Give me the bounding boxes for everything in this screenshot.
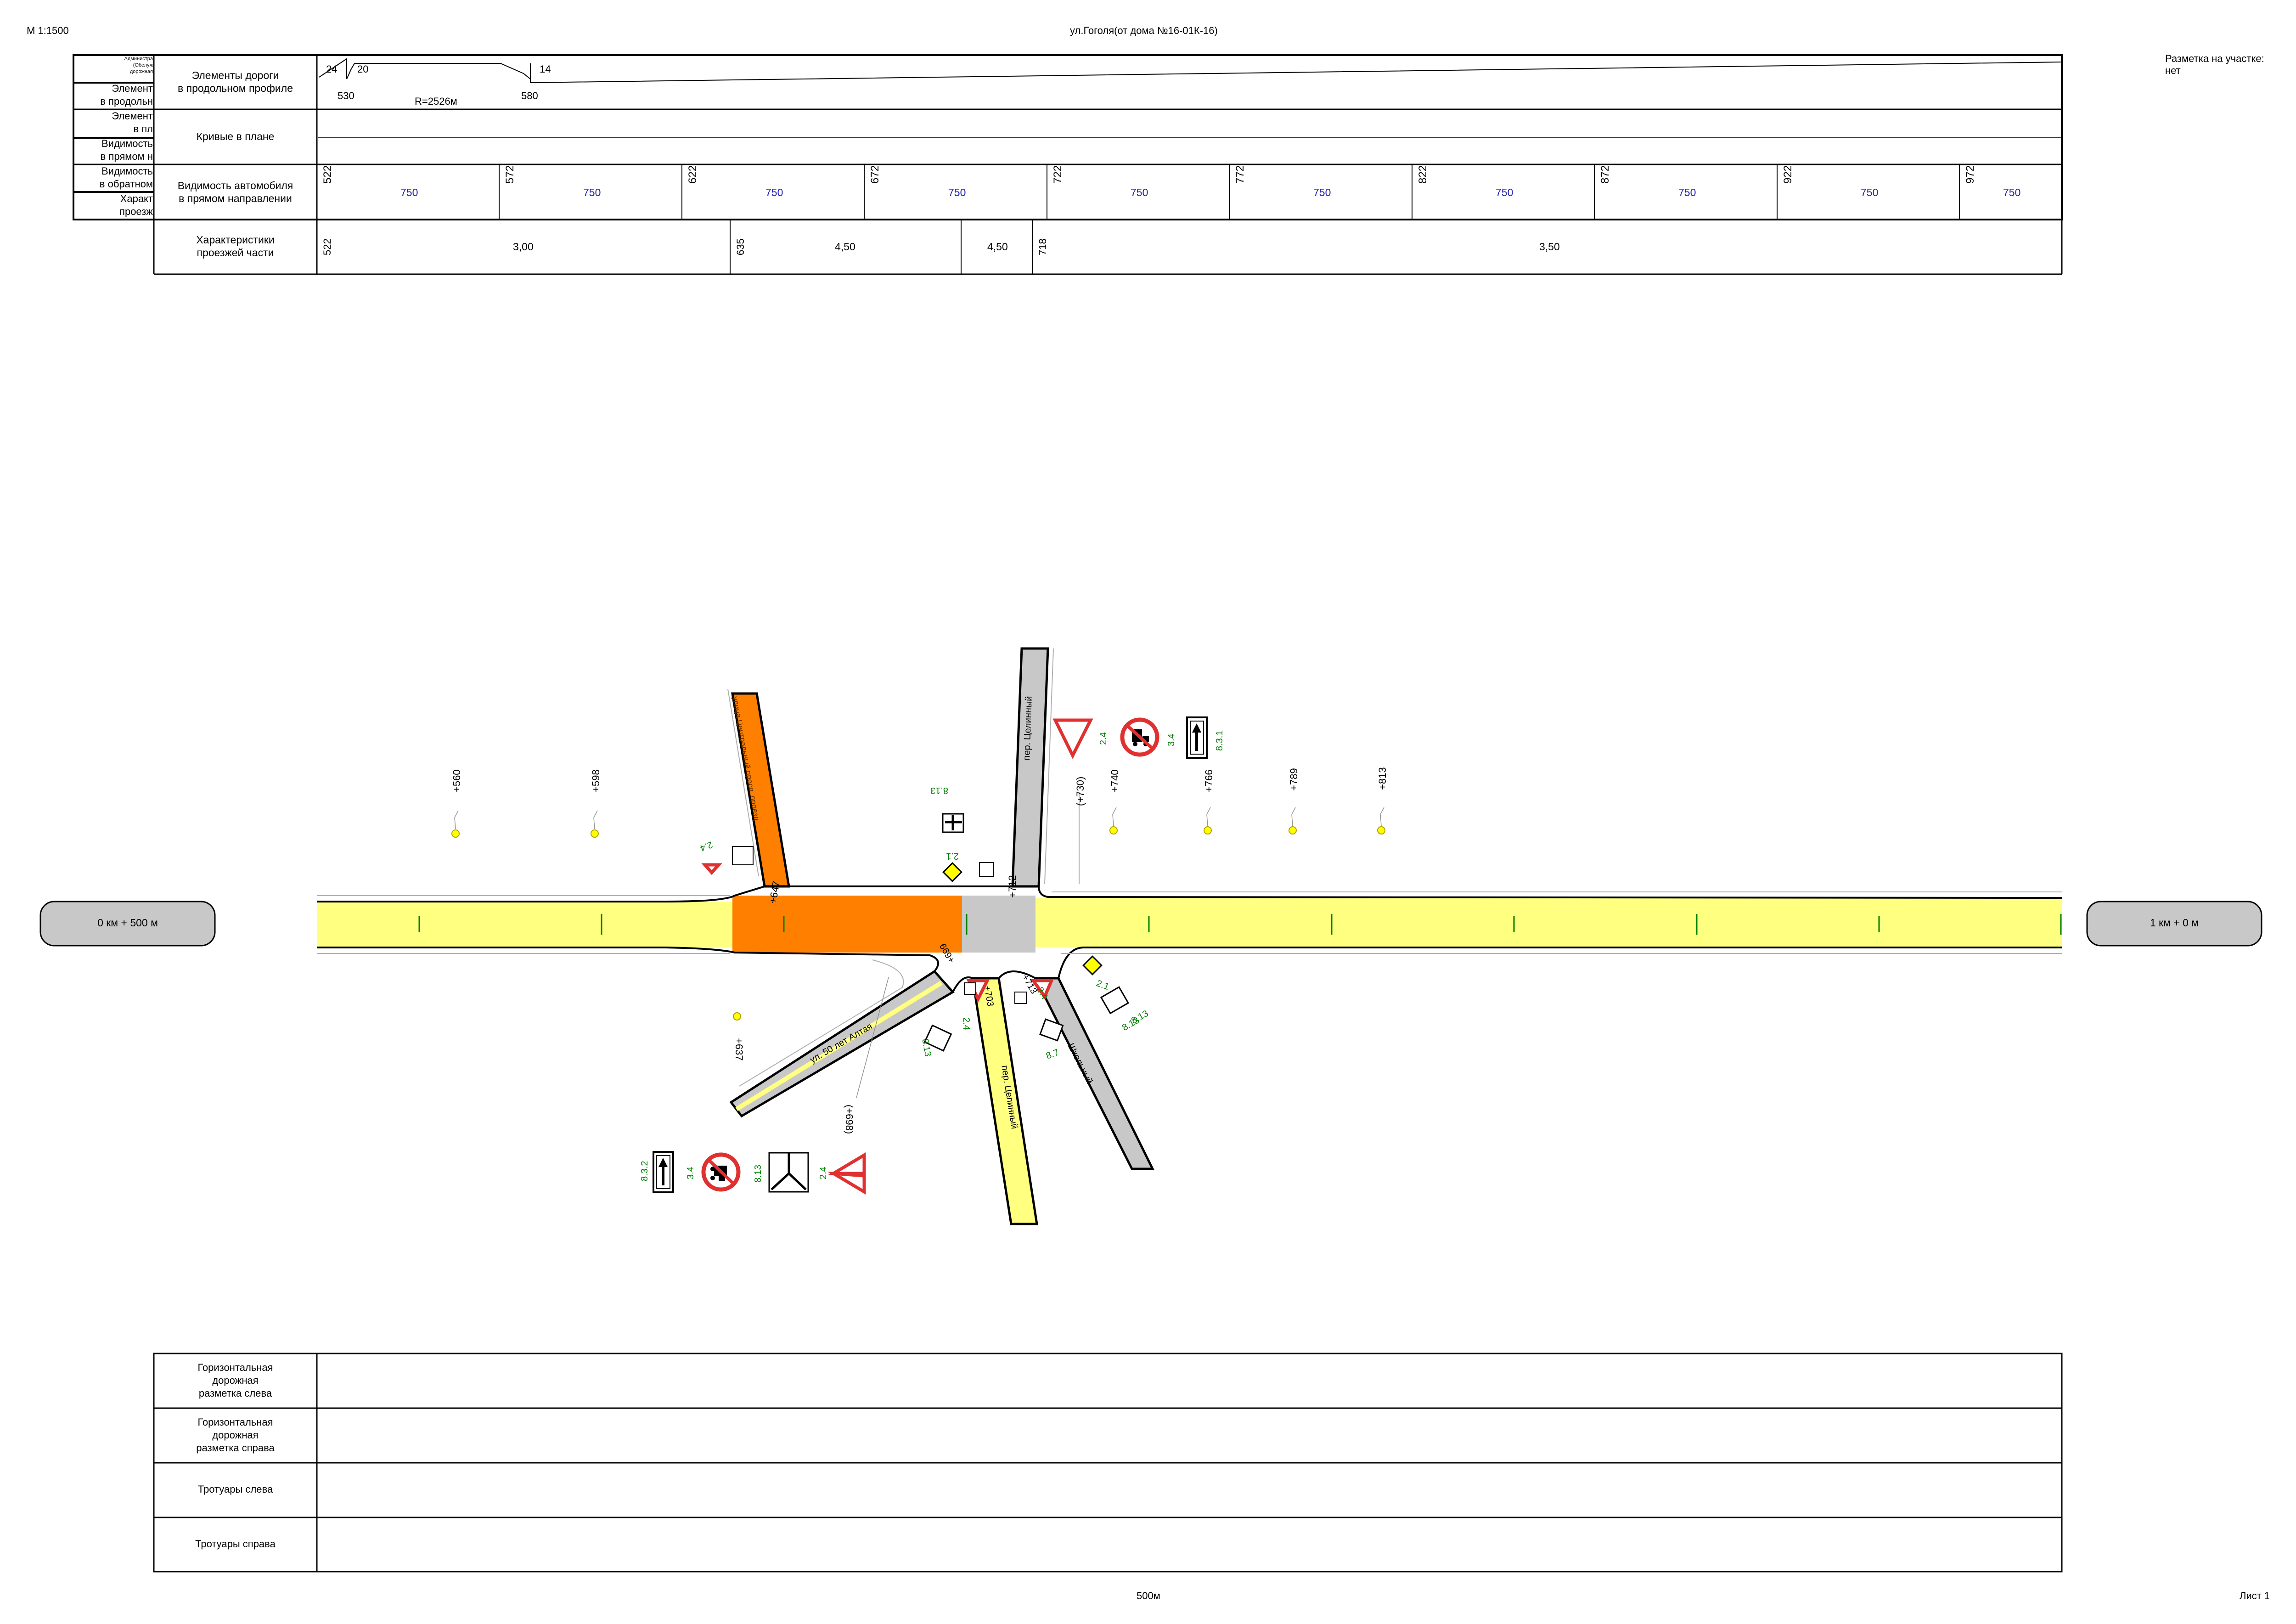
sign-code: 8.3.2	[640, 1161, 650, 1181]
chainage-label: +598	[590, 769, 602, 792]
yield-sign	[1052, 718, 1093, 759]
chainage-label: +789	[1288, 768, 1300, 791]
sign-code: 2.4	[818, 1167, 828, 1179]
sign-code: 2.4	[1098, 732, 1109, 745]
sign-code: 8.3.1	[1215, 730, 1225, 751]
bottom-row-line: разметка справа	[196, 1442, 275, 1454]
sign-code: 2.1	[946, 851, 959, 861]
road-gray-north	[1011, 647, 1049, 888]
bottom-row-line: Горизонтальная	[197, 1362, 273, 1373]
sign-code: 8.13	[930, 785, 948, 795]
chainage-label: +813	[1377, 767, 1388, 790]
road-plan	[39, 647, 2262, 1225]
road-gray-se	[1033, 977, 1155, 1170]
priority-road-sign	[1082, 955, 1103, 976]
bottom-row-line: дорожная	[212, 1429, 259, 1441]
sign-code: 2.4	[961, 1017, 971, 1030]
sign-code: 3.4	[1166, 733, 1176, 746]
road-main-gray	[962, 896, 1035, 953]
chainage-label: +766	[1203, 769, 1215, 792]
road-main-east	[1035, 898, 2062, 947]
start-marker: 0 км + 500 м	[97, 917, 158, 929]
bottom-row-line: Горизонтальная	[197, 1416, 273, 1428]
road-main-orange	[732, 896, 962, 953]
bottom-row-line: разметка слева	[198, 1387, 272, 1399]
chainage-label: (+698)	[844, 1105, 855, 1134]
sheet-label: Лист 1	[2240, 1590, 2270, 1601]
sign-code: 8.13	[753, 1165, 763, 1183]
chainage-label: +712	[1007, 875, 1018, 898]
yield-sign	[701, 863, 722, 875]
bottom-row-label: Тротуары справа	[195, 1538, 276, 1550]
bottom-row-label: Горизонтальная дорожная разметка слева	[156, 1361, 315, 1400]
bottom-row-label: Горизонтальная дорожная разметка справа	[156, 1416, 315, 1455]
priority-road-sign	[942, 862, 962, 882]
chainage-label: (+730)	[1075, 776, 1086, 806]
chainage-label: +740	[1109, 769, 1120, 792]
end-marker: 1 км + 0 м	[2150, 917, 2199, 929]
scale-bar-label: 500м	[1137, 1590, 1160, 1601]
sign-code: 3.4	[686, 1167, 696, 1179]
yield-sign	[827, 1152, 866, 1195]
road-main-west	[317, 902, 732, 947]
chainage-label: +637	[733, 1038, 745, 1061]
bottom-row-line: дорожная	[212, 1375, 259, 1386]
bottom-row-label: Тротуары слева	[197, 1483, 273, 1495]
street-label: пер. Целинный	[1022, 696, 1034, 761]
chainage-label: +560	[451, 769, 462, 792]
